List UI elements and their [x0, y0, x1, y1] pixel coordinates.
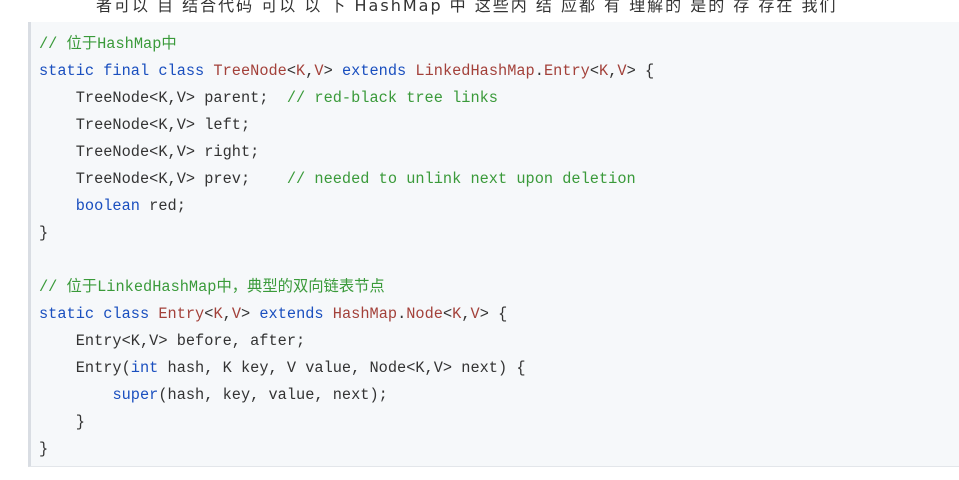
code-token: super	[112, 386, 159, 404]
code-token: .	[534, 62, 544, 80]
code-token: static final class	[39, 62, 214, 80]
code-token: ,	[461, 305, 471, 323]
code-token: int	[130, 359, 159, 377]
code-token: >	[241, 305, 260, 323]
code-token: V	[314, 62, 324, 80]
code-token: // 位于HashMap中	[39, 35, 177, 53]
code-token: .	[397, 305, 407, 323]
code-token: // red-black tree links	[286, 89, 498, 107]
code-line: }	[39, 409, 654, 436]
code-token: LinkedHashMap	[415, 62, 535, 80]
code-line: static final class TreeNode<K,V> extends…	[39, 58, 654, 85]
code-token: Entry(	[39, 359, 131, 377]
code-token: Entry	[543, 62, 590, 80]
code-line: super(hash, key, value, next);	[39, 382, 654, 409]
code-token: hash, K key, V value, Node<K,V> next) {	[158, 359, 526, 377]
code-token: K	[452, 305, 462, 323]
code-token: HashMap	[332, 305, 398, 323]
code-token: TreeNode<K,V> right;	[39, 143, 260, 161]
code-token: boolean	[75, 197, 140, 215]
code-line: Entry<K,V> before, after;	[39, 328, 654, 355]
code-token: TreeNode<K,V> parent;	[39, 89, 287, 107]
code-line: static class Entry<K,V> extends HashMap.…	[39, 301, 654, 328]
code-token: K	[213, 305, 223, 323]
code-line: }	[39, 220, 654, 247]
code-token: }	[39, 413, 85, 431]
code-token: > {	[626, 62, 655, 80]
code-line: TreeNode<K,V> right;	[39, 139, 654, 166]
code-token: K	[296, 62, 306, 80]
previous-paragraph-text: 者可以 目 结合代码 可以 以 下 HashMap 中 这些内 结 应都 有 理…	[96, 0, 838, 15]
code-token: Entry<K,V> before, after;	[39, 332, 306, 350]
code-token: (hash, key, value, next);	[158, 386, 388, 404]
code-token: > {	[479, 305, 508, 323]
code-line: TreeNode<K,V> left;	[39, 112, 654, 139]
code-token: // 位于LinkedHashMap中，典型的双向链表节点	[39, 278, 385, 296]
code-token: <	[442, 305, 453, 323]
code-line: boolean red;	[39, 193, 654, 220]
code-token: V	[617, 62, 627, 80]
code-token: }	[39, 224, 49, 242]
code-line: TreeNode<K,V> parent; // red-black tree …	[39, 85, 654, 112]
code-line: TreeNode<K,V> prev; // needed to unlink …	[39, 166, 654, 193]
code-line: }	[39, 436, 654, 463]
code-token: K	[599, 62, 609, 80]
code-token: extends	[341, 62, 416, 80]
previous-paragraph-fragment: 者可以 目 结合代码 可以 以 下 HashMap 中 这些内 结 应都 有 理…	[0, 0, 959, 22]
code-token: V	[470, 305, 480, 323]
code-line: Entry(int hash, K key, V value, Node<K,V…	[39, 355, 654, 382]
code-listing: // 位于HashMap中 static final class TreeNode…	[39, 31, 654, 463]
code-token: ,	[222, 305, 232, 323]
code-line: // 位于HashMap中	[39, 31, 654, 58]
code-token: TreeNode	[213, 62, 287, 80]
code-token: }	[39, 440, 49, 458]
code-token: // needed to unlink next upon deletion	[286, 170, 636, 188]
code-token: TreeNode<K,V> left;	[39, 116, 251, 134]
code-token: extends	[259, 305, 333, 323]
code-line: // 位于LinkedHashMap中，典型的双向链表节点	[39, 274, 654, 301]
code-token: >	[323, 62, 342, 80]
code-token: Node	[406, 305, 443, 323]
code-token: Entry	[158, 305, 205, 323]
code-token: <	[589, 62, 600, 80]
code-block: // 位于HashMap中 static final class TreeNode…	[28, 22, 959, 467]
code-token: <	[286, 62, 297, 80]
code-token: TreeNode<K,V> prev;	[39, 170, 287, 188]
code-token: V	[231, 305, 241, 323]
code-token: red;	[139, 197, 186, 215]
code-token: static class	[39, 305, 159, 323]
